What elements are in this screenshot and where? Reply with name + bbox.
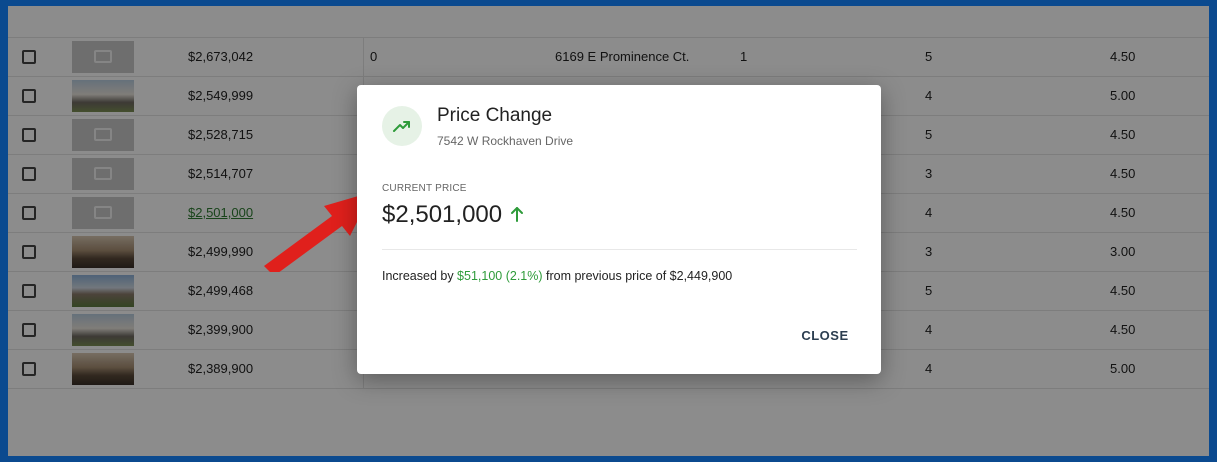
current-price-label: CURRENT PRICE bbox=[382, 183, 467, 194]
desc-suffix: from previous price of $2,449,900 bbox=[542, 269, 733, 283]
price-change-dialog: Price Change 7542 W Rockhaven Drive CURR… bbox=[357, 85, 881, 374]
dialog-address: 7542 W Rockhaven Drive bbox=[437, 134, 574, 148]
close-button[interactable]: CLOSE bbox=[789, 321, 861, 351]
current-price-value: $2,501,000 bbox=[382, 201, 503, 228]
trending-up-icon bbox=[382, 106, 422, 146]
dialog-title: Price Change bbox=[437, 105, 553, 126]
screenshot-frame: $2,673,042 0 6169 E Prominence Ct. 1 5 4.50 $2… bbox=[8, 6, 1209, 456]
arrow-up-icon bbox=[511, 207, 523, 222]
dialog-divider bbox=[382, 249, 857, 250]
desc-change-amount: $51,100 (2.1%) bbox=[457, 269, 543, 283]
price-change-description: Increased by $51,100 (2.1%) from previou… bbox=[382, 269, 732, 283]
desc-prefix: Increased by bbox=[382, 269, 458, 283]
